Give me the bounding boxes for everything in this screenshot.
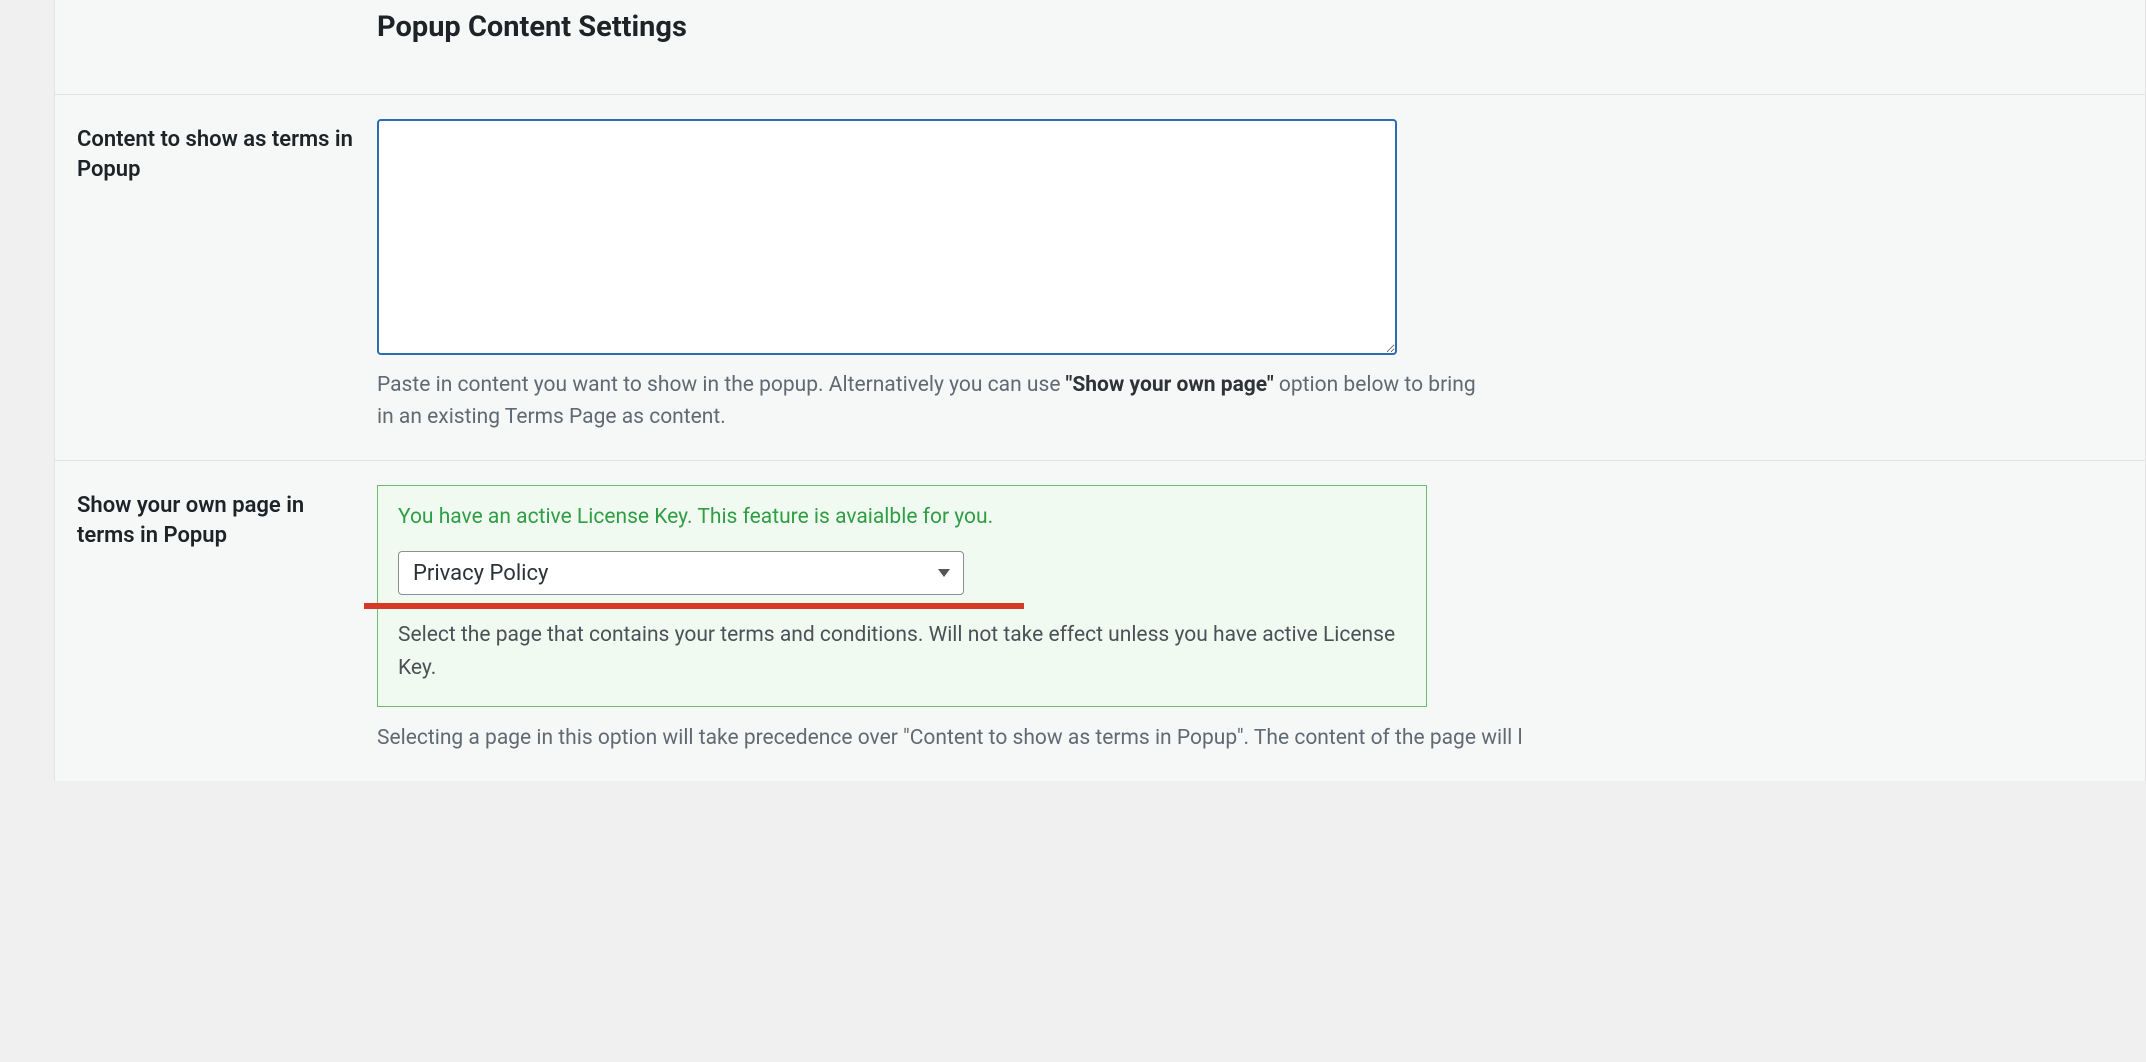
terms-content-helper: Paste in content you want to show in the… xyxy=(377,369,1477,434)
terms-page-select[interactable]: Privacy Policy xyxy=(398,551,964,595)
content-to-show-label: Content to show as terms in Popup xyxy=(77,125,357,187)
license-feature-box: You have an active License Key. This fea… xyxy=(377,485,1427,708)
license-active-message: You have an active License Key. This fea… xyxy=(398,502,1406,534)
annotation-underline xyxy=(364,603,1024,609)
section-title: Popup Content Settings xyxy=(377,6,2133,70)
terms-page-help: Select the page that contains your terms… xyxy=(398,619,1406,684)
terms-content-textarea[interactable] xyxy=(377,119,1397,355)
show-own-page-label: Show your own page in terms in Popup xyxy=(77,491,357,553)
precedence-help: Selecting a page in this option will tak… xyxy=(377,723,2133,755)
